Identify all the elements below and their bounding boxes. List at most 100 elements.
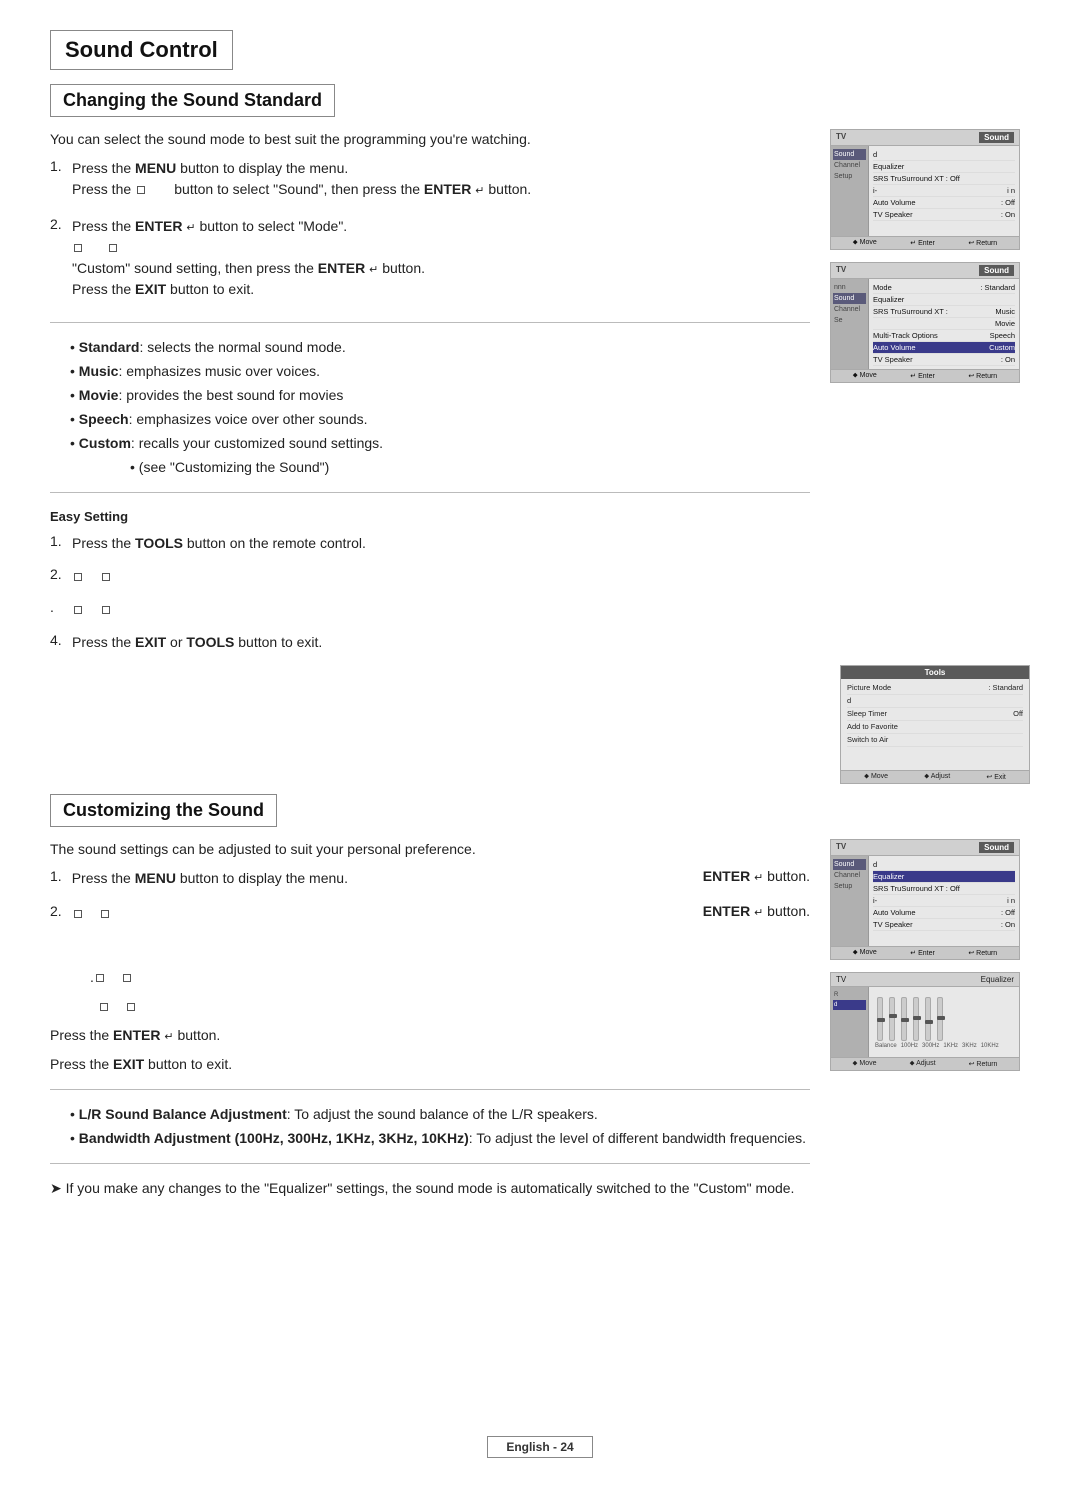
section1-content: You can select the sound mode to best su… [50,129,1030,665]
list-item: Music: emphasizes music over voices. [70,361,810,382]
sidebar-item: Channel [833,870,866,881]
section2-images: TV Sound Sound Channel Setup d Equalizer… [830,839,1030,1207]
step1: 1. Press the MENU button to display the … [50,158,810,208]
eq-header: TV Equalizer [831,973,1019,987]
section1-text: You can select the sound mode to best su… [50,129,810,665]
section1-intro: You can select the sound mode to best su… [50,129,810,150]
main-title-box: Sound Control [50,30,233,70]
content-row: TV Speaker: On [873,354,1015,366]
section2-title: Customizing the Sound [63,800,264,821]
easy-setting-section: Easy Setting 1. Press the TOOLS button o… [50,507,810,661]
easy-step2: 2. [50,566,810,595]
screen3-content: d Equalizer SRS TruSurround XT : Off i-i… [869,856,1019,946]
section2-intro: The sound settings can be adjusted to su… [50,839,810,860]
eq-slider-balance [877,997,883,1041]
sidebar-item: R [833,990,866,1000]
list-item: L/R Sound Balance Adjustment: To adjust … [70,1104,810,1125]
content-row: SRS TruSurround XT : Off [873,173,1015,185]
content-row: SRS TruSurround XT : Off [873,883,1015,895]
step2-sq1 [74,244,82,252]
screen1-content: d Equalizer SRS TruSurround XT : Off i-i… [869,146,1019,236]
section2-title-box: Customizing the Sound [50,794,277,827]
eq-footer: ⬥ Move ⬥ Adjust ↩ Return [831,1057,1019,1070]
s2-step2-num: 2. [50,903,62,919]
screen1: TV Sound Sound Channel Setup d Equalizer… [830,129,1020,250]
page: Sound Control Changing the Sound Standar… [0,0,1080,1488]
divider2 [50,492,810,493]
eq-tv-label: TV [836,975,846,984]
divider3 [50,1089,810,1090]
list-item: (see "Customizing the Sound") [130,457,810,478]
sound-modes-list: Standard: selects the normal sound mode.… [70,337,810,478]
tools-screen-wrapper: Tools Picture Mode: Standard d Sleep Tim… [50,665,1030,784]
sidebar-channel: Channel [833,160,866,171]
list-item: Bandwidth Adjustment (100Hz, 300Hz, 1KHz… [70,1128,810,1149]
sidebar-item: Channel [833,304,866,315]
tools-row: Sleep TimerOff [847,708,1023,721]
main-title: Sound Control [65,37,218,63]
screen2: TV Sound nnn Sound Channel Se Mode: Stan… [830,262,1020,383]
content-row: Auto Volume: Off [873,907,1015,919]
divider4 [50,1163,810,1164]
screen2-tv-label: TV [836,265,846,276]
eq-body: R d [831,987,1019,1057]
screen3-section-title: Sound [979,842,1014,853]
content-row: d [873,149,1015,161]
step2-enter2-icon: ↵ [369,262,378,279]
step1-enter-icon: ↵ [475,183,484,200]
content-row-highlighted: Equalizer [873,871,1015,883]
s2-step3-lines: . [90,967,810,1017]
easy-step1: 1. Press the TOOLS button on the remote … [50,533,810,562]
section2-text: The sound settings can be adjusted to su… [50,839,810,1207]
sidebar-item: Sound [833,859,866,870]
content-row: TV Speaker: On [873,209,1015,221]
easy-step4: 4. Press the EXIT or TOOLS button to exi… [50,632,810,661]
screen3-header: TV Sound [831,840,1019,856]
step2-bold1: ENTER [135,218,182,234]
screen2-body: nnn Sound Channel Se Mode: Standard Equa… [831,279,1019,369]
section2: Customizing the Sound The sound settings… [50,794,1030,1207]
content-row: TV Speaker: On [873,919,1015,931]
sidebar-item: Sound [833,293,866,304]
list-item: Movie: provides the best sound for movie… [70,385,810,406]
eq-slider-300hz [901,997,907,1041]
section1-title-box: Changing the Sound Standard [50,84,335,117]
sidebar-item: Setup [833,881,866,892]
eq-slider-10khz [937,997,943,1041]
sidebar-item: nnn [833,282,866,293]
content-row: i-i n [873,895,1015,907]
content-row-highlighted: Auto VolumeCustom [873,342,1015,354]
screen2-header: TV Sound [831,263,1019,279]
s2-press-enter: Press the ENTER ↵ button. [50,1025,810,1046]
tools-row: Add to Favorite [847,721,1023,734]
s2-step1-num: 1. [50,868,62,884]
tools-footer: ⬥ Move ⬥ Adjust ↩ Exit [841,770,1029,783]
s2-step1: 1. Press the MENU button to display the … [50,868,810,897]
tools-header: Tools [841,666,1029,679]
content-row: d [873,859,1015,871]
footer-badge: English - 24 [487,1436,592,1458]
divider1 [50,322,810,323]
section1: Changing the Sound Standard You can sele… [50,84,1030,784]
content-row: Equalizer [873,294,1015,306]
screen3: TV Sound Sound Channel Setup d Equalizer… [830,839,1020,960]
screen2-section-title: Sound [979,265,1014,276]
eq-sliders [873,991,1015,1041]
screen1-tv-label: TV [836,132,846,143]
section1-images: TV Sound Sound Channel Setup d Equalizer… [830,129,1030,665]
screen3-sidebar: Sound Channel Setup [831,856,869,946]
section2-bullets: L/R Sound Balance Adjustment: To adjust … [70,1104,810,1149]
content-row: Mode: Standard [873,282,1015,294]
eq-slider-3khz [925,997,931,1041]
eq-slider-100hz [889,997,895,1041]
screen3-body: Sound Channel Setup d Equalizer SRS TruS… [831,856,1019,946]
tools-row: Switch to Air [847,734,1023,747]
step2-sq2 [109,244,117,252]
screen2-sidebar: nnn Sound Channel Se [831,279,869,369]
step1-square1 [137,186,145,194]
step2-bold2: ENTER [318,260,365,276]
s2-step2: 2. ENTER ↵ button. [50,903,810,932]
eq-title: Equalizer [981,975,1014,984]
eq-content: Balance 100Hz 300Hz 1KHz 3KHz 10KHz [869,987,1019,1057]
list-item: Speech: emphasizes voice over other soun… [70,409,810,430]
